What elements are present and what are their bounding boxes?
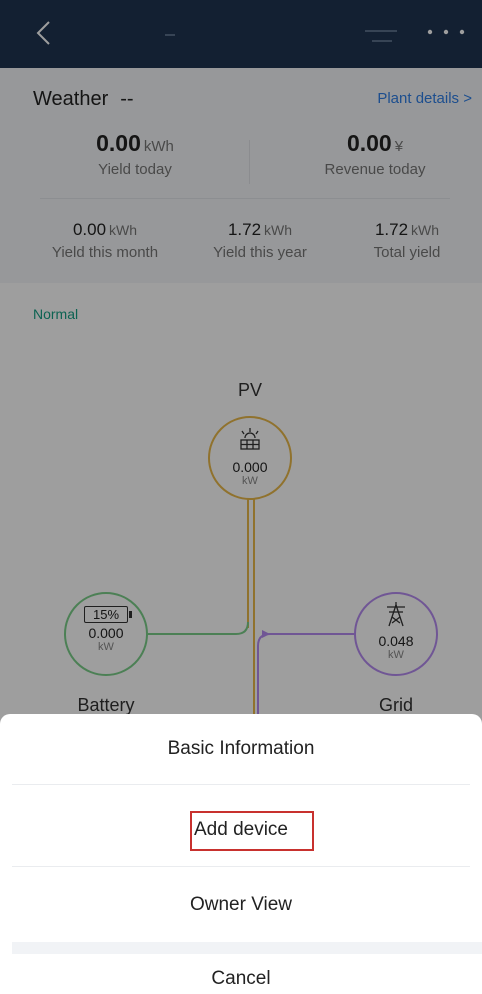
action-sheet: Basic Information Add device Owner View … — [0, 714, 482, 994]
divider — [12, 866, 470, 867]
basic-information-option[interactable]: Basic Information — [0, 738, 482, 760]
sheet-gap — [12, 942, 482, 954]
divider — [12, 784, 470, 785]
add-device-option[interactable]: Add device — [0, 819, 482, 841]
cancel-option[interactable]: Cancel — [0, 968, 482, 990]
owner-view-option[interactable]: Owner View — [0, 894, 482, 916]
